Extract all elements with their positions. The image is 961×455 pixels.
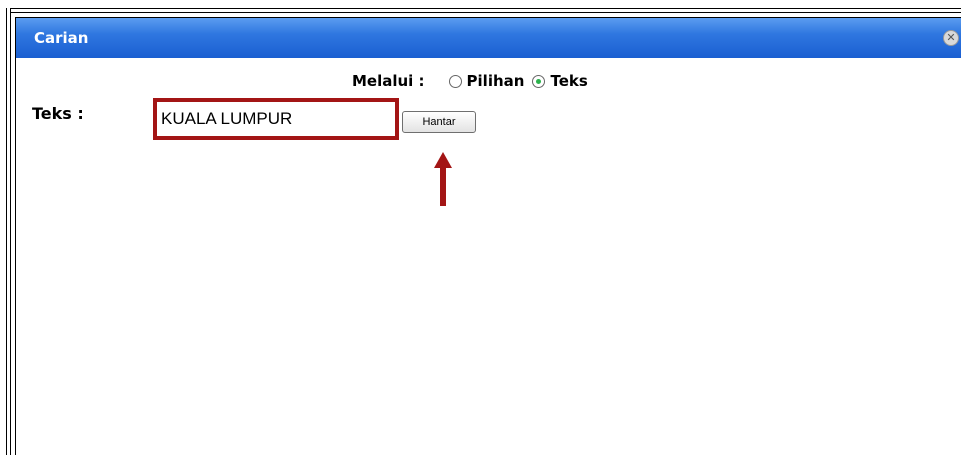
- text-field-label: Teks :: [32, 104, 84, 123]
- close-icon[interactable]: ✕: [943, 30, 959, 46]
- radio-pilihan[interactable]: [448, 74, 462, 88]
- search-mode-label: Melalui :: [352, 72, 425, 90]
- outer-window-border-left: [6, 8, 11, 455]
- radio-teks-label[interactable]: Teks: [550, 72, 587, 90]
- dialog-title: Carian: [34, 29, 89, 47]
- screenshot-frame: Carian ✕ Melalui : Pilihan Teks Teks : H…: [0, 0, 961, 455]
- search-mode-row: Melalui : Pilihan Teks: [352, 72, 596, 90]
- up-arrow-icon: [434, 152, 452, 206]
- outer-window-border-top: [6, 8, 961, 13]
- radio-pilihan-label[interactable]: Pilihan: [467, 72, 525, 90]
- submit-button[interactable]: Hantar: [402, 111, 476, 133]
- radio-teks[interactable]: [532, 74, 546, 88]
- search-text-input[interactable]: [159, 104, 393, 134]
- search-dialog: Carian ✕ Melalui : Pilihan Teks Teks : H…: [15, 17, 961, 455]
- dialog-titlebar[interactable]: Carian ✕: [16, 18, 961, 58]
